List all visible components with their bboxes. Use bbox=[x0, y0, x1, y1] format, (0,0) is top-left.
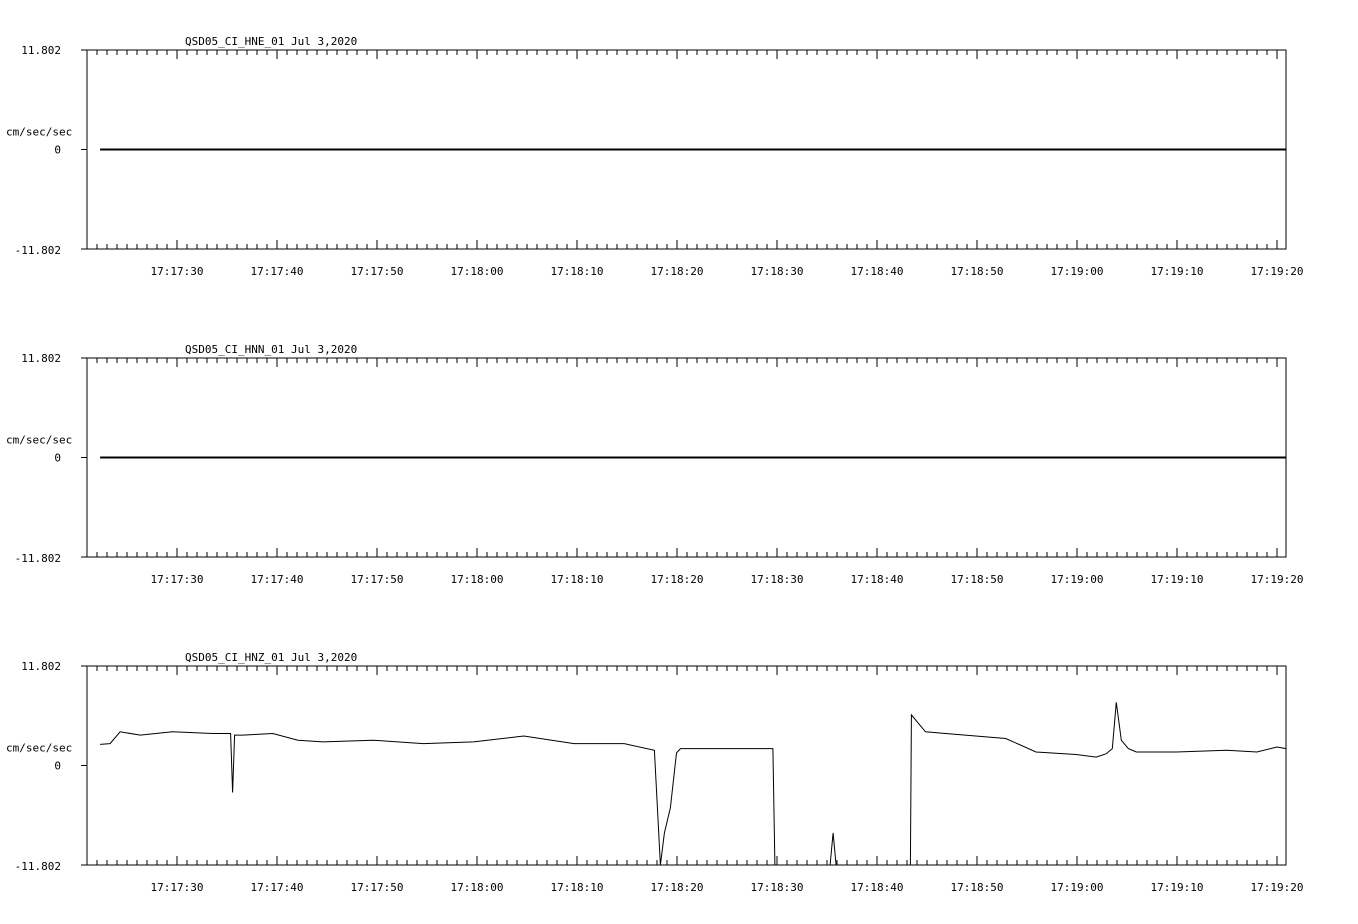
hnn-channel-panel: QSD05_CI_HNN_01 Jul 3,2020 cm/sec/sec 11… bbox=[6, 343, 1303, 586]
hnn-xtick-label: 17:19:20 bbox=[1251, 573, 1304, 586]
hnz-xtick-label: 17:18:40 bbox=[851, 881, 904, 894]
hnn-xtick-label: 17:18:40 bbox=[851, 573, 904, 586]
hne-xtick-label: 17:19:20 bbox=[1251, 265, 1304, 278]
hnn-xtick-label: 17:19:10 bbox=[1151, 573, 1204, 586]
hnz-ytick-bottom: -11.802 bbox=[15, 860, 61, 873]
hnn-ytick-top: 11.802 bbox=[21, 352, 61, 365]
hnz-xtick-label: 17:18:30 bbox=[751, 881, 804, 894]
hnz-xtick-label: 17:18:50 bbox=[951, 881, 1004, 894]
hnn-xtick-label: 17:19:00 bbox=[1051, 573, 1104, 586]
hnn-xtick-label: 17:17:50 bbox=[351, 573, 404, 586]
hnn-channel-title: QSD05_CI_HNN_01 Jul 3,2020 bbox=[185, 343, 357, 356]
seismogram-figure: QSD05_CI_HNE_01 Jul 3,2020 cm/sec/sec 11… bbox=[6, 35, 1303, 894]
hnn-xtick-label: 17:17:30 bbox=[151, 573, 204, 586]
hne-channel-panel: QSD05_CI_HNE_01 Jul 3,2020 cm/sec/sec 11… bbox=[6, 35, 1303, 278]
hnn-xtick-label: 17:18:20 bbox=[651, 573, 704, 586]
hne-xtick-label: 17:18:30 bbox=[751, 265, 804, 278]
hne-ytick-bottom: -11.802 bbox=[15, 244, 61, 257]
hnz-xtick-label: 17:18:00 bbox=[451, 881, 504, 894]
hnz-ylabel: cm/sec/sec bbox=[6, 742, 72, 755]
hne-xtick-labels: 17:17:30 17:17:40 17:17:50 17:18:00 17:18:10… bbox=[151, 265, 1304, 278]
hnz-xtick-label: 17:17:40 bbox=[251, 881, 304, 894]
hne-xtick-label: 17:19:10 bbox=[1151, 265, 1204, 278]
hne-xtick-label: 17:17:50 bbox=[351, 265, 404, 278]
hne-channel-title: QSD05_CI_HNE_01 Jul 3,2020 bbox=[185, 35, 357, 48]
hne-ytick-top: 11.802 bbox=[21, 44, 61, 57]
hne-xtick-label: 17:19:00 bbox=[1051, 265, 1104, 278]
hnn-xtick-label: 17:18:50 bbox=[951, 573, 1004, 586]
hnz-xtick-labels: 17:17:30 17:17:40 17:17:50 17:18:00 17:18:10… bbox=[151, 881, 1304, 894]
hne-ylabel: cm/sec/sec bbox=[6, 126, 72, 139]
hnz-ytick-top: 11.802 bbox=[21, 660, 61, 673]
hne-xtick-label: 17:18:50 bbox=[951, 265, 1004, 278]
hne-xtick-label: 17:18:40 bbox=[851, 265, 904, 278]
hnz-xtick-label: 17:19:10 bbox=[1151, 881, 1204, 894]
hnz-xtick-label: 17:18:10 bbox=[551, 881, 604, 894]
hnn-xtick-label: 17:18:00 bbox=[451, 573, 504, 586]
hnz-xtick-label: 17:18:20 bbox=[651, 881, 704, 894]
hnn-ylabel: cm/sec/sec bbox=[6, 434, 72, 447]
hnn-xtick-label: 17:17:40 bbox=[251, 573, 304, 586]
hnn-ytick-bottom: -11.802 bbox=[15, 552, 61, 565]
hne-xtick-label: 17:18:00 bbox=[451, 265, 504, 278]
hnz-trace-line bbox=[100, 702, 1287, 866]
hnn-xtick-label: 17:18:10 bbox=[551, 573, 604, 586]
hnn-ytick-zero: 0 bbox=[54, 452, 61, 465]
hnz-channel-title: QSD05_CI_HNZ_01 Jul 3,2020 bbox=[185, 651, 357, 664]
hne-xtick-label: 17:18:20 bbox=[651, 265, 704, 278]
hnz-plot-frame bbox=[86, 665, 1287, 866]
hnz-xtick-label: 17:19:00 bbox=[1051, 881, 1104, 894]
hnz-ytick-zero: 0 bbox=[54, 760, 61, 773]
hnz-tick-marks bbox=[81, 665, 1278, 866]
hnz-channel-panel: QSD05_CI_HNZ_01 Jul 3,2020 cm/sec/sec 11… bbox=[6, 651, 1303, 894]
hne-xtick-label: 17:18:10 bbox=[551, 265, 604, 278]
hnn-xtick-labels: 17:17:30 17:17:40 17:17:50 17:18:00 17:18:10… bbox=[151, 573, 1304, 586]
hne-xtick-label: 17:17:30 bbox=[151, 265, 204, 278]
hnn-xtick-label: 17:18:30 bbox=[751, 573, 804, 586]
hnz-xtick-label: 17:17:50 bbox=[351, 881, 404, 894]
hne-ytick-zero: 0 bbox=[54, 144, 61, 157]
hne-xtick-label: 17:17:40 bbox=[251, 265, 304, 278]
hnz-xtick-label: 17:19:20 bbox=[1251, 881, 1304, 894]
hnz-xtick-label: 17:17:30 bbox=[151, 881, 204, 894]
